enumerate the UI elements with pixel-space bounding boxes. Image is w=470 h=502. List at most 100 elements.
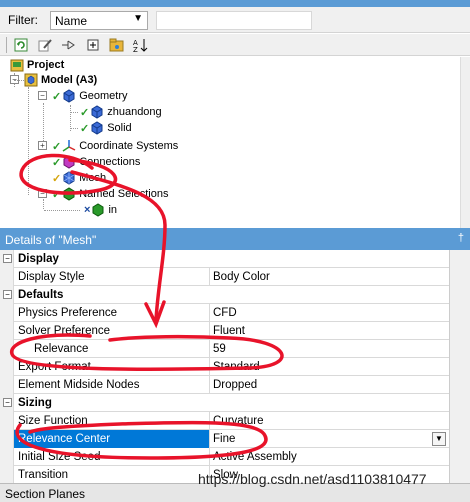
property-value[interactable]: Standard (213, 361, 260, 373)
tree-node-geometry[interactable]: ✓ Geometry (52, 88, 128, 104)
filter-dropdown[interactable]: Name ▼ (50, 11, 148, 30)
tree-node-mesh[interactable]: ✓ Mesh (52, 170, 106, 186)
pin-icon[interactable]: † (458, 232, 464, 244)
tree-node-label: Mesh (79, 172, 107, 184)
property-row-relevance-center[interactable]: Relevance Center Fine ▼ (0, 430, 449, 448)
property-value[interactable]: 59 (213, 343, 226, 355)
axes-icon (62, 139, 76, 153)
tree-node-label: in (108, 204, 117, 216)
expand-all-icon[interactable] (84, 36, 102, 54)
outline-panel: Filter: Name ▼ A Z Project − Model (A3) … (0, 0, 470, 228)
chevron-down-icon: ▼ (133, 13, 143, 24)
folder-icon[interactable] (108, 36, 126, 54)
property-row[interactable]: Solver Preference Fluent (0, 322, 449, 340)
property-label: Physics Preference (18, 307, 118, 319)
check-icon: ✓ (80, 106, 90, 119)
tree-connector (44, 210, 80, 211)
check-icon: ✓ (52, 188, 62, 201)
tree-node-label: Project (27, 59, 65, 71)
property-label: Element Midside Nodes (18, 379, 140, 391)
tree-connector (70, 128, 78, 129)
group-label: Display (18, 253, 59, 265)
tree-node-zhuandong[interactable]: ✓ zhuandong (70, 104, 162, 120)
check-icon: ✓ (80, 122, 90, 135)
property-label: Display Style (18, 271, 85, 283)
property-value[interactable]: Curvature (213, 415, 264, 427)
collapse-toggle[interactable]: − (38, 91, 47, 100)
section-planes-label: Section Planes (5, 487, 86, 501)
details-title-bar: Details of "Mesh" † (0, 228, 470, 250)
property-row[interactable]: Export Format Standard (0, 358, 449, 376)
details-grid: − Display Display Style Body Color − Def… (0, 250, 450, 483)
collapse-toggle[interactable]: − (3, 290, 12, 299)
check-icon: ✓ (52, 156, 62, 169)
tree-scrollbar[interactable] (460, 57, 470, 228)
tree-connector (43, 199, 44, 209)
tree-connector (28, 87, 29, 195)
property-label: Relevance (34, 343, 89, 355)
toolbar-grip (6, 37, 7, 53)
property-row-relevance[interactable]: Relevance 59 (0, 340, 449, 358)
group-display[interactable]: − Display (0, 250, 449, 268)
tree-node-model[interactable]: Model (A3) (14, 72, 98, 88)
tree-node-label: Model (A3) (41, 74, 98, 86)
chevron-down-icon[interactable]: ▼ (432, 432, 446, 446)
group-sizing[interactable]: − Sizing (0, 394, 449, 412)
group-label: Sizing (18, 397, 52, 409)
property-label: Export Format (18, 361, 91, 373)
group-defaults[interactable]: − Defaults (0, 286, 449, 304)
expand-toggle[interactable]: + (38, 141, 47, 150)
property-row[interactable]: Physics Preference CFD (0, 304, 449, 322)
property-label: Initial Size Seed (18, 451, 101, 463)
outline-tree: Project − Model (A3) − ✓ Geometry ✓ zhua… (0, 57, 460, 228)
property-value[interactable]: Fine (213, 433, 235, 445)
property-row[interactable]: Display Style Body Color (0, 268, 449, 286)
tree-connect-icon[interactable] (60, 36, 78, 54)
tree-node-coordinate-systems[interactable]: ✓ Coordinate Systems (52, 138, 178, 154)
check-icon: ✓ (52, 90, 62, 103)
property-label: Relevance Center (18, 433, 111, 445)
outline-title-bar (0, 0, 470, 7)
tree-connector (70, 112, 78, 113)
property-row[interactable]: Size Function Curvature (0, 412, 449, 430)
property-value[interactable]: Active Assembly (213, 451, 297, 463)
geometry-icon (62, 89, 76, 103)
lightning-icon: ✓ (52, 172, 62, 185)
mechanical-window: Filter: Name ▼ A Z Project − Model (A3) … (0, 0, 470, 502)
property-value[interactable]: Body Color (213, 271, 270, 283)
refresh-icon[interactable] (12, 36, 30, 54)
tree-node-solid[interactable]: ✓ Solid (70, 120, 132, 136)
property-value[interactable]: CFD (213, 307, 237, 319)
project-icon (10, 58, 24, 72)
tree-node-named-selections[interactable]: ✓ Named Selections (52, 186, 169, 202)
tree-node-connections[interactable]: ✓ Connections (52, 154, 140, 170)
collapse-toggle[interactable]: − (3, 254, 12, 263)
body-icon (90, 121, 104, 135)
outline-toolbar: AZ (0, 34, 470, 56)
cross-icon: × (84, 204, 91, 216)
tree-node-label: Coordinate Systems (79, 140, 179, 152)
edit-pencil-icon[interactable] (36, 36, 54, 54)
tree-node-project[interactable]: Project (10, 57, 64, 73)
face-selection-icon (91, 203, 105, 217)
tree-node-label: Named Selections (79, 188, 169, 200)
collapse-toggle[interactable]: − (38, 189, 47, 198)
tree-connector (14, 80, 24, 81)
property-row[interactable]: Initial Size Seed Active Assembly (0, 448, 449, 466)
details-title: Details of "Mesh" (5, 233, 97, 247)
property-row[interactable]: Element Midside Nodes Dropped (0, 376, 449, 394)
property-label: Solver Preference (18, 325, 111, 337)
collapse-toggle[interactable]: − (3, 398, 12, 407)
body-icon (90, 105, 104, 119)
tree-connector (43, 103, 44, 145)
group-label: Defaults (18, 289, 64, 301)
tree-node-label: Solid (107, 122, 132, 134)
details-scrollbar[interactable] (451, 250, 470, 483)
property-value[interactable]: Fluent (213, 325, 245, 337)
mesh-icon (62, 171, 76, 185)
filter-search-input[interactable] (156, 11, 312, 30)
filter-bar: Filter: Name ▼ (0, 7, 470, 33)
property-value[interactable]: Dropped (213, 379, 257, 391)
tree-node-in[interactable]: × in (44, 202, 117, 218)
sort-az-icon[interactable]: AZ (132, 36, 150, 54)
